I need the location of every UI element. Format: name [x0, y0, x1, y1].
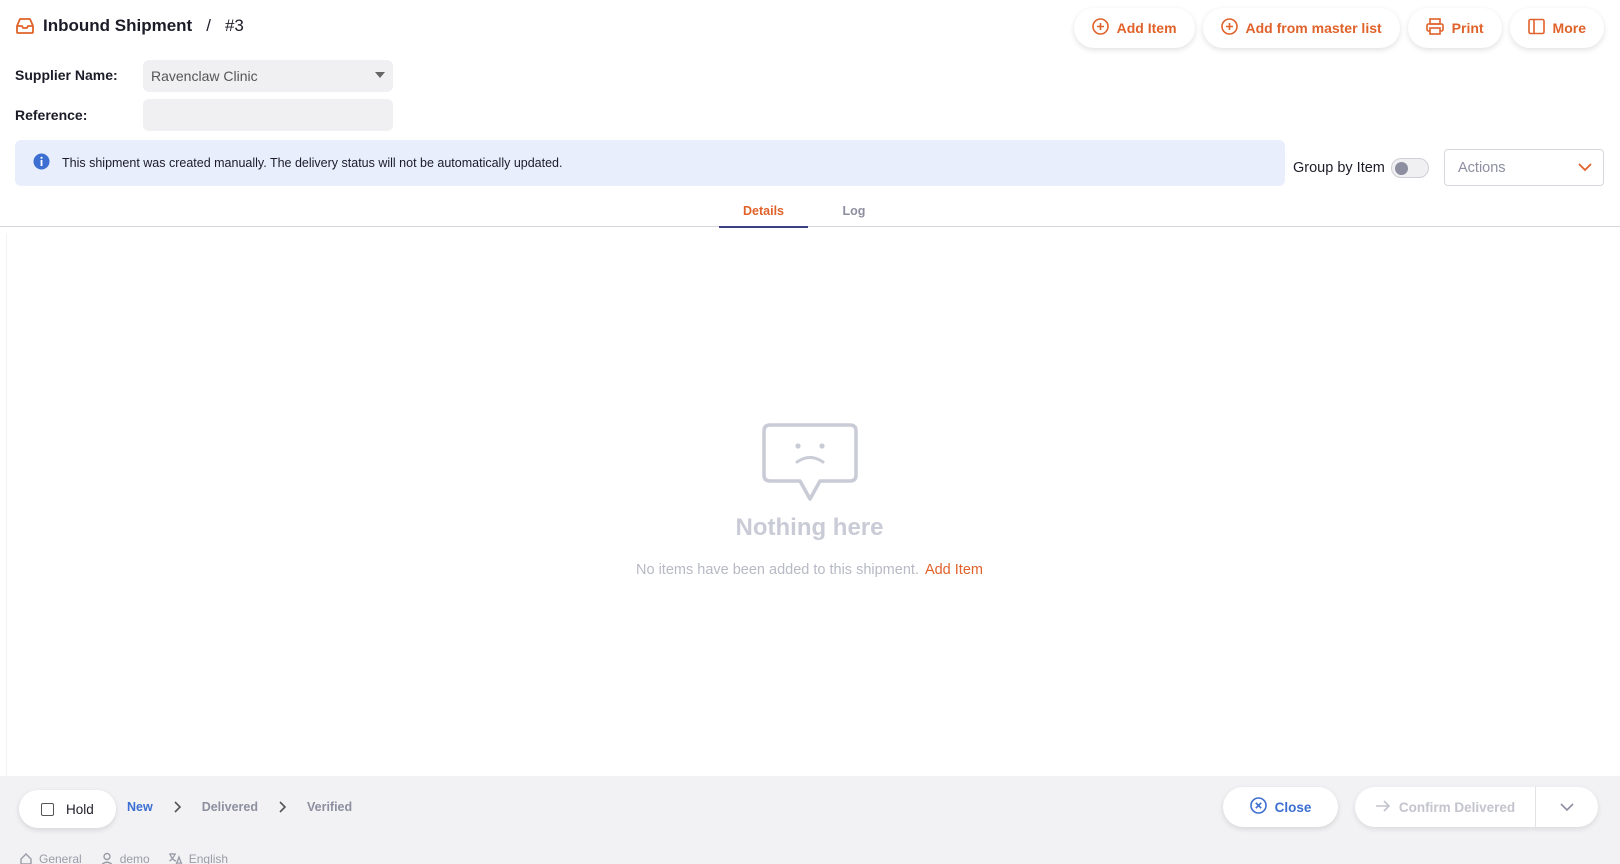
sidebar-panel-icon [1527, 18, 1545, 38]
group-by-item-toggle[interactable] [1390, 158, 1429, 178]
hold-checkbox[interactable] [41, 802, 54, 816]
print-label: Print [1451, 20, 1484, 36]
language-indicator[interactable]: English [168, 852, 228, 864]
x-circle-icon [1249, 797, 1267, 817]
language-name: English [188, 852, 229, 864]
toolbar: Add Item Add from master list Print More [1073, 8, 1604, 48]
shipment-number: #3 [224, 16, 244, 35]
add-item-link[interactable]: Add Item [925, 562, 983, 578]
toggle-knob [1394, 162, 1408, 175]
empty-state: Nothing here No items have been added to… [7, 423, 1612, 578]
close-button[interactable]: Close [1223, 787, 1338, 827]
hold-toggle[interactable]: Hold [19, 790, 116, 828]
close-label: Close [1274, 799, 1312, 815]
footer-bar: Hold New Delivered Verified Close Confir… [0, 776, 1620, 864]
print-button[interactable]: Print [1407, 8, 1502, 48]
add-from-master-list-button[interactable]: Add from master list [1202, 8, 1400, 48]
chevron-down-icon [1578, 163, 1592, 172]
actions-dropdown[interactable]: Actions [1444, 149, 1604, 186]
empty-message-row: No items have been added to this shipmen… [7, 562, 1612, 578]
step-verified: Verified [306, 800, 353, 814]
step-new: New [127, 800, 153, 814]
reference-input[interactable] [143, 99, 393, 131]
details-panel: Nothing here No items have been added to… [6, 233, 1620, 776]
confirm-delivered-split-button: Confirm Delivered [1355, 787, 1598, 827]
add-from-master-list-label: Add from master list [1245, 20, 1382, 36]
info-banner: This shipment was created manually. The … [15, 140, 1285, 186]
more-label: More [1552, 20, 1586, 36]
hold-label: Hold [66, 801, 94, 817]
breadcrumb-separator: / [206, 16, 211, 35]
info-icon [33, 153, 50, 173]
caret-down-icon [375, 72, 385, 78]
plus-circle-icon [1091, 18, 1109, 38]
supplier-name-value: Ravenclaw Clinic [151, 68, 258, 84]
supplier-name-label: Supplier Name: [15, 67, 118, 83]
reference-label: Reference: [15, 107, 88, 123]
user-icon [101, 852, 113, 864]
user-indicator[interactable]: demo [100, 852, 150, 864]
tab-log[interactable]: Log [819, 204, 889, 226]
plus-circle-icon [1220, 18, 1238, 38]
home-icon [20, 853, 32, 864]
add-item-button[interactable]: Add Item [1073, 8, 1195, 48]
inbox-icon [15, 17, 35, 35]
actions-placeholder: Actions [1458, 159, 1506, 176]
translate-icon [168, 853, 183, 864]
supplier-name-select[interactable]: Ravenclaw Clinic [143, 60, 393, 92]
confirm-options-button[interactable] [1536, 787, 1598, 827]
step-delivered: Delivered [201, 800, 258, 814]
tab-bar: Details Log [0, 196, 1620, 228]
empty-heading: Nothing here [735, 514, 884, 541]
chevron-down-icon [1560, 803, 1574, 812]
group-by-item-label: Group by Item [1293, 160, 1385, 176]
sad-message-icon [761, 423, 858, 507]
more-button[interactable]: More [1509, 8, 1604, 48]
add-item-label: Add Item [1116, 20, 1177, 36]
page-title-text: Inbound Shipment [43, 16, 193, 35]
store-name: General [39, 852, 82, 864]
user-name: demo [119, 852, 150, 864]
confirm-delivered-label: Confirm Delivered [1398, 799, 1516, 815]
empty-message: No items have been added to this shipmen… [636, 562, 919, 578]
group-by-item-control: Group by Item [1293, 158, 1429, 178]
tab-details[interactable]: Details [719, 204, 808, 228]
store-indicator[interactable]: General [19, 852, 82, 864]
info-message: This shipment was created manually. The … [62, 156, 563, 170]
printer-icon [1425, 18, 1444, 38]
status-bar: General demo English [19, 852, 228, 864]
chevron-right-icon [279, 801, 287, 813]
chevron-right-icon [174, 801, 181, 813]
arrow-right-icon [1375, 799, 1391, 815]
confirm-delivered-button[interactable]: Confirm Delivered [1355, 787, 1536, 827]
page-title: Inbound Shipment / #3 [15, 16, 244, 36]
status-stepper: New Delivered Verified [127, 800, 352, 814]
